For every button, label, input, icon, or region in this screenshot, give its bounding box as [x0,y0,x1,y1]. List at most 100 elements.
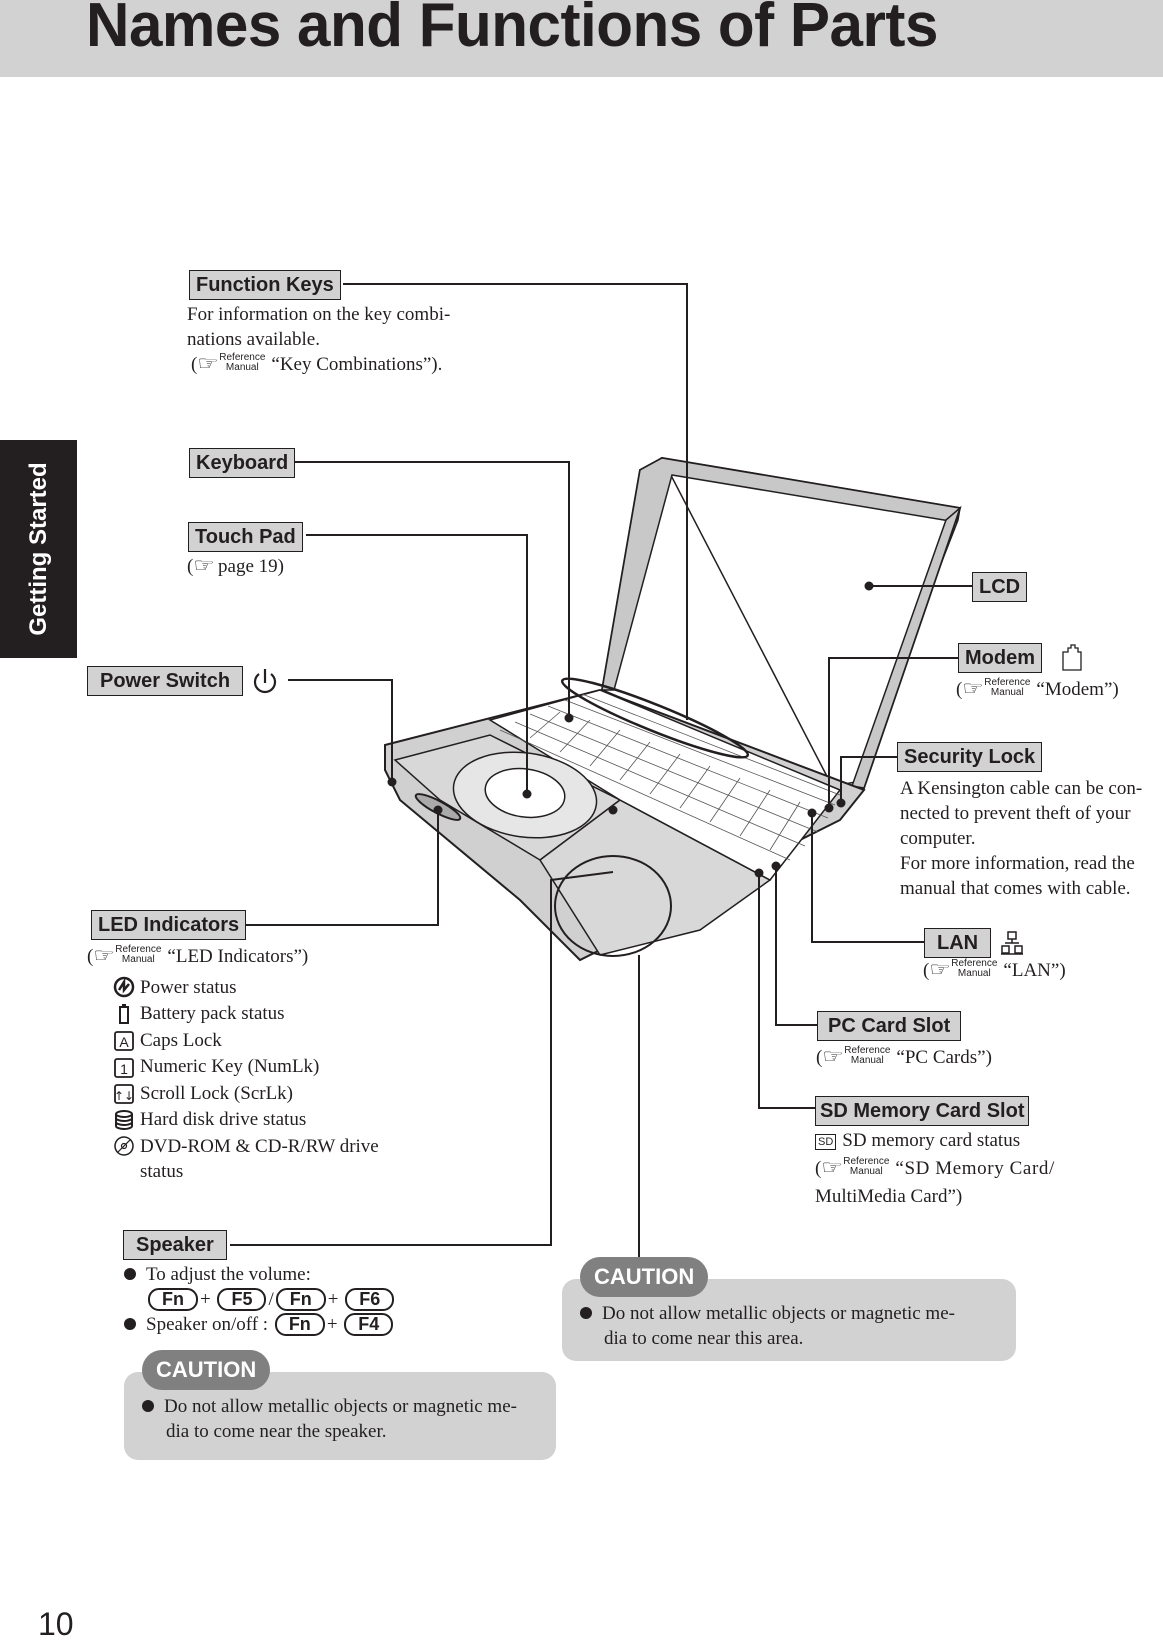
dot-modem [824,803,834,813]
svg-text:A: A [119,1034,129,1050]
key-f6: F6 [345,1288,395,1311]
sd-card-icon: SD [815,1133,837,1150]
led-item: A Caps Lock [112,1027,379,1054]
label-power-switch: Power Switch [87,666,244,696]
pointing-hand-icon: ☞ [822,1046,845,1068]
function-keys-desc-line2: nations available. [187,329,320,350]
led-item-text: Numeric Key (NumLk) [140,1056,320,1078]
battery-icon [119,1003,129,1024]
dot-speaker [608,805,618,815]
touch-pad-ref-text: page 19) [218,556,284,577]
label-led-indicators: LED Indicators [91,910,247,940]
label-pc-card-slot: PC Card Slot [817,1011,962,1041]
reference-manual-icon: Reference Manual [951,957,998,979]
function-keys-desc: For information on the key combi- nation… [187,302,450,377]
lan-icon [1001,931,1023,955]
label-speaker: Speaker [123,1230,227,1260]
modem-jack-icon [1062,644,1082,671]
label-security-lock: Security Lock [897,742,1043,772]
key-f5: F5 [217,1288,267,1311]
reference-manual-icon: Reference Manual [984,676,1031,698]
lan-ref: (☞Reference Manual “LAN”) [923,957,1066,981]
hdd-icon [115,1109,133,1130]
label-sd-card-slot: SD Memory Card Slot [815,1096,1030,1126]
leader-led-indicators [246,808,439,926]
led-indicators-ref: (☞Reference Manual “LED Indicators”) [87,943,309,967]
dot-security-lock [836,798,846,808]
caution-text-area: Do not allow metallic objects or magneti… [580,1301,955,1351]
dot-keyboard [564,713,574,723]
lan-ref-text: “LAN”) [1003,960,1066,981]
led-item: Battery pack status [112,1001,379,1028]
key-fn: Fn [148,1288,198,1311]
volume-key-combo: Fn + F5/Fn + F6 [124,1287,396,1312]
led-item-text: Power status [140,976,237,998]
caution-title-speaker: CAUTION [142,1350,271,1390]
svg-text:↑↓: ↑↓ [114,1089,134,1103]
speaker-bullet-volume: To adjust the volume: [124,1262,396,1287]
label-lan: LAN [924,928,992,958]
function-keys-ref: (☞Reference Manual “Key Combinations”). [191,351,443,375]
function-keys-ref-text: “Key Combinations”). [271,354,443,375]
dot-pc-card [771,861,781,871]
reference-manual-icon: Reference Manual [219,351,266,373]
led-item-text-cont: status [140,1160,184,1182]
dot-sd-card [754,868,764,878]
power-icon [253,669,277,694]
modem-ref: (☞Reference Manual “Modem”) [956,676,1119,700]
label-lcd: LCD [972,572,1028,602]
led-indicator-list: Power status Battery pack status A Caps … [112,974,379,1184]
reference-manual-icon: Reference Manual [843,1155,890,1177]
key-f4: F4 [344,1313,394,1336]
bullet-icon [580,1306,592,1319]
label-keyboard: Keyboard [189,448,296,478]
modem-ref-text: “Modem”) [1036,679,1119,700]
laptop-illustration [384,456,962,962]
led-item: ↑↓ Scroll Lock (ScrLk) [112,1080,379,1107]
led-item-text: Caps Lock [140,1029,222,1051]
pc-card-ref: (☞Reference Manual “PC Cards”) [816,1044,992,1068]
led-item: Power status [112,974,379,1001]
reference-manual-icon: Reference Manual [844,1044,891,1066]
led-item: 1 Numeric Key (NumLk) [112,1054,379,1081]
pointing-hand-icon: ☞ [193,555,216,577]
bullet-icon [124,1267,136,1280]
touch-pad-ref: (☞ page 19) [187,555,284,577]
key-fn: Fn [275,1288,326,1311]
pointing-hand-icon: ☞ [93,945,116,967]
sd-card-ref: (☞Reference Manual “SD Memory Card/ [815,1155,1055,1179]
dot-touch-pad [522,789,532,799]
bullet-icon [142,1399,154,1412]
dot-power-switch [387,777,397,787]
sd-card-ref-cont: MultiMedia Card”) [815,1186,963,1207]
svg-text:1: 1 [120,1061,128,1077]
sd-card-status: SD SD memory card status [815,1128,1055,1153]
sd-card-info: SD SD memory card status (☞Reference Manua… [815,1128,1055,1209]
led-item-text: Hard disk drive status [140,1109,307,1131]
pointing-hand-icon: ☞ [821,1157,844,1179]
speaker-bullet-onoff: Speaker on/off : Fn + F4 [124,1312,396,1337]
label-function-keys: Function Keys [189,270,341,300]
led-item: Hard disk drive status [112,1107,379,1134]
pc-card-ref-text: “PC Cards”) [896,1047,992,1068]
speaker-info: To adjust the volume: Fn + F5/Fn + F6 Spea… [124,1262,396,1337]
page-number: 10 [38,1606,74,1642]
disc-icon [114,1136,134,1156]
leader-pc-card [775,866,817,1026]
caps-lock-icon: A [114,1031,134,1052]
caution-title-area: CAUTION [580,1257,709,1297]
pointing-hand-icon: ☞ [962,678,985,700]
dot-lcd [864,581,874,591]
pointing-hand-icon: ☞ [929,959,952,981]
power-status-icon [113,977,135,998]
dot-lan [807,808,817,818]
security-lock-desc: A Kensington cable can be con- nected to… [900,778,1143,899]
leader-power-switch [288,679,393,782]
bullet-icon [124,1317,136,1330]
label-modem: Modem [958,643,1042,673]
pointing-hand-icon: ☞ [197,353,220,375]
led-item: DVD-ROM & CD-R/RW drive [112,1133,379,1160]
caution-text-speaker: Do not allow metallic objects or magneti… [142,1394,517,1444]
label-touch-pad: Touch Pad [188,522,303,552]
led-item-text: Battery pack status [140,1003,285,1025]
